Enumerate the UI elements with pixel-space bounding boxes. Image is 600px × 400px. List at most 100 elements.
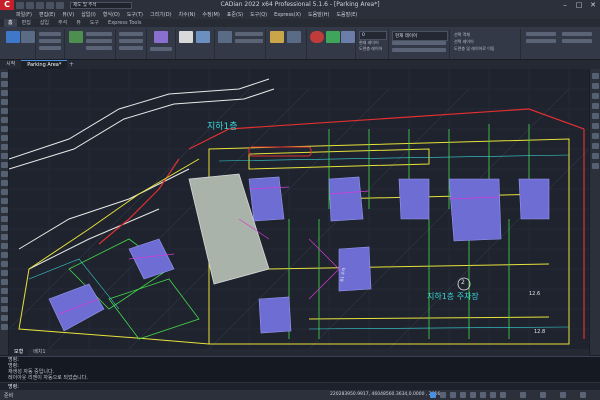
menu-help[interactable]: 도움말(H)	[308, 11, 329, 18]
tab-model[interactable]: 모형	[9, 349, 29, 356]
copy-button[interactable]	[86, 32, 112, 36]
group-button[interactable]	[526, 39, 556, 43]
close-button[interactable]: ✕	[586, 0, 600, 10]
tab-express-tools[interactable]: Express Tools	[104, 19, 145, 27]
circle-tool-button[interactable]	[39, 46, 61, 50]
doc-tab-parking-area[interactable]: Parking Area*	[21, 60, 68, 69]
create-block-icon[interactable]	[287, 31, 301, 43]
zoom-window-icon[interactable]	[592, 113, 599, 119]
add-tab-icon[interactable]: +	[67, 60, 75, 69]
workspace-search[interactable]: 제도 및 주석	[70, 1, 132, 9]
extend-button[interactable]	[119, 39, 143, 43]
stretch-icon[interactable]	[1, 234, 8, 240]
view-button[interactable]	[562, 39, 592, 43]
app-logo-icon[interactable]: C	[0, 0, 14, 10]
zoom-extents-icon[interactable]	[592, 103, 599, 109]
menu-format[interactable]: 형식(O)	[103, 11, 120, 18]
erase-icon[interactable]	[1, 162, 8, 168]
tab-view[interactable]: 뷰	[72, 19, 85, 27]
tab-home[interactable]: 홈	[4, 19, 17, 27]
move-to-layer-button[interactable]: 도면층 및 레이어로 이동	[454, 46, 495, 52]
spline-icon[interactable]	[1, 126, 8, 132]
menu-view[interactable]: 뷰(V)	[62, 11, 74, 18]
gradient-button[interactable]	[150, 47, 172, 51]
mirror-icon[interactable]	[1, 180, 8, 186]
tab-insert[interactable]: 삽입	[36, 19, 53, 27]
copy-icon[interactable]	[1, 171, 8, 177]
open-file-icon[interactable]	[26, 1, 34, 9]
settings-icon[interactable]	[560, 392, 566, 398]
menu-insert[interactable]: 삽입(I)	[81, 11, 96, 18]
tab-layout1[interactable]: 배치1	[28, 349, 50, 356]
doc-tab-start[interactable]: 시작	[0, 60, 21, 69]
layer-state-dropdown[interactable]	[392, 41, 446, 45]
dimension-icon[interactable]	[196, 31, 210, 43]
zoom-out-icon[interactable]	[592, 93, 599, 99]
model-space-icon[interactable]	[500, 392, 506, 398]
otrack-toggle-icon[interactable]	[480, 392, 486, 398]
menu-file[interactable]: 파일(F)	[16, 11, 32, 18]
layer-on-off-button[interactable]	[235, 32, 263, 36]
offset-icon[interactable]	[1, 189, 8, 195]
tab-tools[interactable]: 도구	[86, 19, 103, 27]
chamfer-icon[interactable]	[1, 270, 8, 276]
rectangle-icon[interactable]	[1, 108, 8, 114]
offset-button[interactable]	[119, 46, 143, 50]
menu-tools-q[interactable]: 도구(Q)	[250, 11, 267, 18]
line-icon[interactable]	[1, 72, 8, 78]
menu-modify[interactable]: 수정(M)	[202, 11, 219, 18]
select-layer-button[interactable]: 선택 레이어	[454, 39, 474, 45]
text-tool-icon[interactable]	[1, 153, 8, 159]
new-file-icon[interactable]	[16, 1, 24, 9]
menu-help-e[interactable]: 도움말(E)	[336, 11, 357, 18]
orbit-icon[interactable]	[592, 123, 599, 129]
ortho-toggle-icon[interactable]	[450, 392, 456, 398]
menu-dimension[interactable]: 치수(N)	[179, 11, 196, 18]
layer-match-icon[interactable]	[341, 31, 355, 43]
line-tool-button[interactable]	[39, 32, 61, 36]
clipboard-button[interactable]	[562, 32, 592, 36]
rotate-button[interactable]	[86, 39, 112, 43]
linetype-dropdown[interactable]	[392, 48, 446, 52]
text-icon[interactable]	[179, 31, 193, 43]
explode-icon[interactable]	[1, 288, 8, 294]
extend-icon[interactable]	[1, 252, 8, 258]
fullscreen-icon[interactable]	[580, 392, 586, 398]
move-tool-icon[interactable]	[1, 207, 8, 213]
ellipse-icon[interactable]	[1, 135, 8, 141]
zoom-in-icon[interactable]	[592, 83, 599, 89]
arc-icon[interactable]	[1, 90, 8, 96]
snap-toggle-icon[interactable]	[440, 392, 446, 398]
layer-dropdown[interactable]: 현재 레이어	[392, 31, 448, 41]
polyline-tool-button[interactable]	[39, 39, 61, 43]
measure-button[interactable]	[526, 32, 556, 36]
menu-express[interactable]: Express(X)	[274, 12, 301, 18]
properties-icon[interactable]	[326, 31, 340, 43]
move-icon[interactable]	[69, 31, 83, 43]
drawing-canvas[interactable]: 지하1층 지하1층 주차장 2 12.6 12.8 B1 주차	[9, 69, 589, 349]
properties-tool-icon[interactable]	[1, 324, 8, 330]
grid-toggle-icon[interactable]	[430, 392, 436, 398]
view-cube-icon[interactable]	[592, 133, 599, 139]
maximize-button[interactable]: □	[572, 0, 586, 10]
select-object-button[interactable]: 선택 객체	[454, 32, 470, 38]
menu-standard[interactable]: 표준(S)	[227, 11, 243, 18]
mirror-button[interactable]	[86, 46, 112, 50]
osnap-toggle-icon[interactable]	[470, 392, 476, 398]
scale-icon[interactable]	[1, 225, 8, 231]
layer-freeze-button[interactable]	[235, 39, 263, 43]
trim-icon[interactable]	[1, 243, 8, 249]
menu-draw[interactable]: 그리기(D)	[150, 11, 172, 18]
properties-panel-icon[interactable]	[592, 153, 599, 159]
layer-item-layer[interactable]: 도면층 레이어	[359, 46, 382, 52]
trim-button[interactable]	[119, 32, 143, 36]
hatch-tool-icon[interactable]	[1, 144, 8, 150]
save-icon[interactable]	[36, 1, 44, 9]
redo-icon[interactable]	[56, 1, 64, 9]
layer-panel-icon[interactable]	[592, 143, 599, 149]
array-icon[interactable]	[1, 198, 8, 204]
insert-block-icon[interactable]	[270, 31, 284, 43]
select-icon[interactable]	[6, 31, 20, 43]
rotate-icon[interactable]	[1, 216, 8, 222]
annotation-scale-icon[interactable]	[520, 392, 526, 398]
